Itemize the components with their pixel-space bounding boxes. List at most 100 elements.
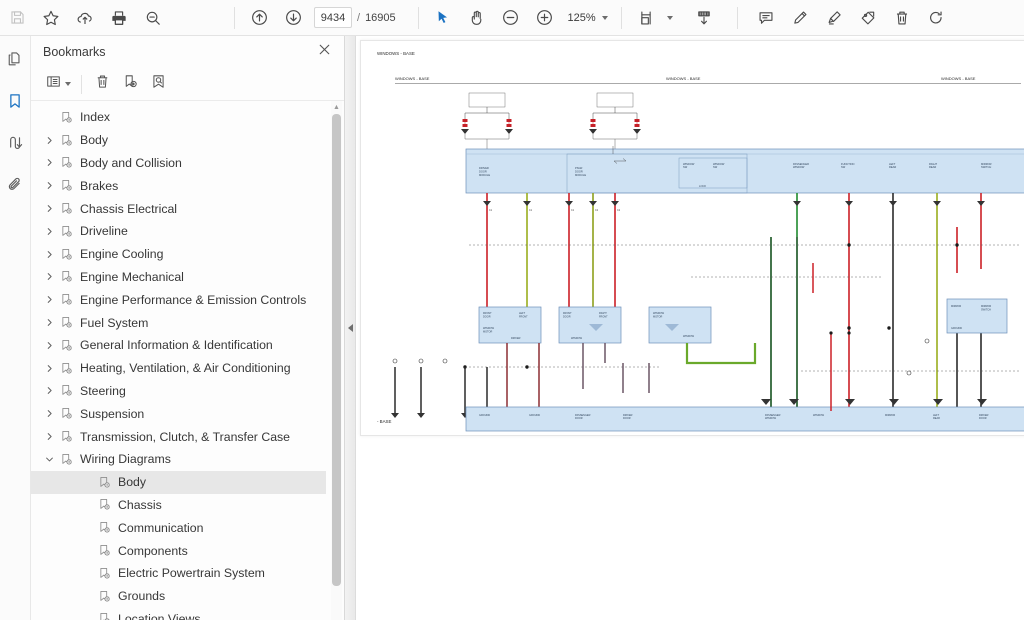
favorite-button[interactable] bbox=[34, 3, 68, 33]
bookmark-item[interactable]: Wiring Diagrams bbox=[31, 448, 326, 471]
print-button[interactable] bbox=[102, 3, 136, 33]
bookmarks-scrollbar[interactable]: ▲ bbox=[331, 101, 342, 620]
bookmark-child-item[interactable]: Grounds bbox=[31, 585, 326, 608]
bookmark-child-item[interactable]: Communication bbox=[31, 516, 326, 539]
chevron-right-icon[interactable] bbox=[41, 295, 57, 304]
scroll-mode-button[interactable] bbox=[687, 3, 721, 33]
sidebar-tab-signature[interactable] bbox=[2, 132, 28, 158]
chevron-down-icon[interactable] bbox=[41, 455, 57, 464]
close-panel-button[interactable] bbox=[314, 42, 334, 62]
bookmark-item[interactable]: Body bbox=[31, 129, 326, 152]
chevron-right-icon[interactable] bbox=[41, 318, 57, 327]
sidebar-tab-thumbnails[interactable] bbox=[2, 48, 28, 74]
zoom-in-button[interactable] bbox=[528, 3, 562, 33]
sidebar-tab-attachments[interactable] bbox=[2, 174, 28, 200]
chevron-right-icon[interactable] bbox=[41, 364, 57, 373]
chevron-right-icon[interactable] bbox=[41, 250, 57, 259]
zoom-out-button[interactable] bbox=[494, 3, 528, 33]
bookmark-label: Body bbox=[118, 475, 147, 490]
bookmark-child-item[interactable]: Body bbox=[31, 470, 326, 494]
svg-text:DRIVER: DRIVER bbox=[479, 166, 489, 170]
chevron-right-icon[interactable] bbox=[41, 341, 57, 350]
toolbar-divider-1 bbox=[234, 6, 235, 29]
chevron-right-icon[interactable] bbox=[41, 227, 57, 236]
comment-button[interactable] bbox=[749, 3, 783, 33]
scrollbar-thumb[interactable] bbox=[332, 114, 341, 586]
paperclip-icon bbox=[6, 176, 24, 199]
bookmark-label: Fuel System bbox=[80, 315, 149, 330]
fit-page-button[interactable] bbox=[629, 3, 663, 33]
toolbar-tools-group: 125% bbox=[426, 0, 614, 36]
pen-button[interactable] bbox=[783, 3, 817, 33]
bookmark-label: Communication bbox=[118, 520, 204, 535]
bookmark-item[interactable]: Chassis Electrical bbox=[31, 197, 326, 220]
chevron-right-icon[interactable] bbox=[41, 181, 57, 190]
toolbar-divider-3 bbox=[620, 6, 622, 29]
svg-text:FRONT: FRONT bbox=[599, 316, 608, 319]
search-button[interactable] bbox=[136, 3, 170, 33]
bookmark-child-item[interactable]: Electric Powertrain System bbox=[31, 562, 326, 585]
sidebar-collapse-handle[interactable] bbox=[345, 36, 356, 620]
bookmark-item[interactable]: Body and Collision bbox=[31, 152, 326, 175]
delete-button[interactable] bbox=[885, 3, 919, 33]
chevron-right-icon[interactable] bbox=[41, 136, 57, 145]
arrow-up-circle-icon bbox=[250, 8, 269, 27]
chevron-right-icon[interactable] bbox=[41, 158, 57, 167]
page-scroll-icon bbox=[695, 9, 713, 27]
chevron-right-icon[interactable] bbox=[41, 272, 57, 281]
next-page-button[interactable] bbox=[276, 3, 310, 33]
select-tool[interactable] bbox=[426, 3, 460, 33]
bookmark-item[interactable]: Engine Cooling bbox=[31, 243, 326, 266]
zoom-dropdown-caret[interactable] bbox=[601, 15, 608, 20]
svg-text:WINDOW: WINDOW bbox=[813, 414, 825, 417]
scroll-up-arrow[interactable]: ▲ bbox=[332, 102, 341, 112]
rotate-button[interactable] bbox=[919, 3, 953, 33]
page-header-center: WINDOWS - BASE bbox=[666, 76, 701, 81]
bookmark-child-item[interactable]: Location Views bbox=[31, 608, 326, 620]
bookmark-item[interactable]: Fuel System bbox=[31, 311, 326, 334]
bookmarks-panel-header: Bookmarks bbox=[31, 36, 344, 68]
fuse-cluster-right bbox=[589, 92, 641, 149]
bookmark-item[interactable]: Index bbox=[31, 106, 326, 129]
cursor-arrow-icon bbox=[434, 9, 451, 26]
bookmark-item[interactable]: General Information & Identification bbox=[31, 334, 326, 357]
previous-page-button[interactable] bbox=[242, 3, 276, 33]
bookmark-options-button[interactable] bbox=[43, 72, 73, 97]
save-button[interactable] bbox=[0, 3, 34, 33]
bookmark-options-caret[interactable] bbox=[65, 82, 71, 86]
bookmark-item[interactable]: Transmission, Clutch, & Transfer Case bbox=[31, 425, 326, 448]
highlight-button[interactable] bbox=[817, 3, 851, 33]
sidebar-tab-bookmarks[interactable] bbox=[2, 90, 28, 116]
page-number-input[interactable] bbox=[314, 7, 352, 28]
chevron-right-icon[interactable] bbox=[41, 409, 57, 418]
bookmark-item[interactable]: Engine Mechanical bbox=[31, 266, 326, 289]
fit-dropdown-caret[interactable] bbox=[666, 15, 673, 20]
document-viewer[interactable]: WINDOWS - BASE WINDOWS - BASE WINDOWS - … bbox=[356, 36, 1024, 620]
bookmark-item[interactable]: Heating, Ventilation, & Air Conditioning bbox=[31, 357, 326, 380]
chevron-right-icon[interactable] bbox=[41, 386, 57, 395]
chevron-right-icon[interactable] bbox=[41, 432, 57, 441]
bookmarks-toolbar-divider bbox=[81, 74, 82, 94]
delete-bookmark-button[interactable] bbox=[90, 72, 115, 97]
chevron-right-icon[interactable] bbox=[41, 204, 57, 213]
add-bookmark-button[interactable] bbox=[118, 72, 143, 97]
bookmark-child-item[interactable]: Chassis bbox=[31, 494, 326, 517]
upper-module-box: DRIVERDOORMODULE PSGRDOORMODULE WINDOWSW… bbox=[465, 146, 1024, 194]
panel-title: Bookmarks bbox=[43, 45, 106, 59]
bookmark-label: Index bbox=[80, 110, 111, 125]
bookmark-item[interactable]: Driveline bbox=[31, 220, 326, 243]
upload-button[interactable] bbox=[68, 3, 102, 33]
bookmark-item[interactable]: Suspension bbox=[31, 402, 326, 425]
bookmark-item[interactable]: Steering bbox=[31, 380, 326, 403]
pan-tool[interactable] bbox=[460, 3, 494, 33]
bookmark-child-item[interactable]: Components bbox=[31, 539, 326, 562]
bookmark-node-icon bbox=[57, 134, 76, 147]
bookmark-label: Engine Cooling bbox=[80, 247, 164, 262]
bookmark-label: Driveline bbox=[80, 224, 128, 239]
pdf-page[interactable]: WINDOWS - BASE WINDOWS - BASE WINDOWS - … bbox=[360, 40, 1024, 436]
edit-bookmark-button[interactable] bbox=[146, 72, 171, 97]
stamp-button[interactable] bbox=[851, 3, 885, 33]
bookmark-item[interactable]: Engine Performance & Emission Controls bbox=[31, 288, 326, 311]
highlighter-icon bbox=[825, 9, 843, 27]
bookmark-item[interactable]: Brakes bbox=[31, 174, 326, 197]
